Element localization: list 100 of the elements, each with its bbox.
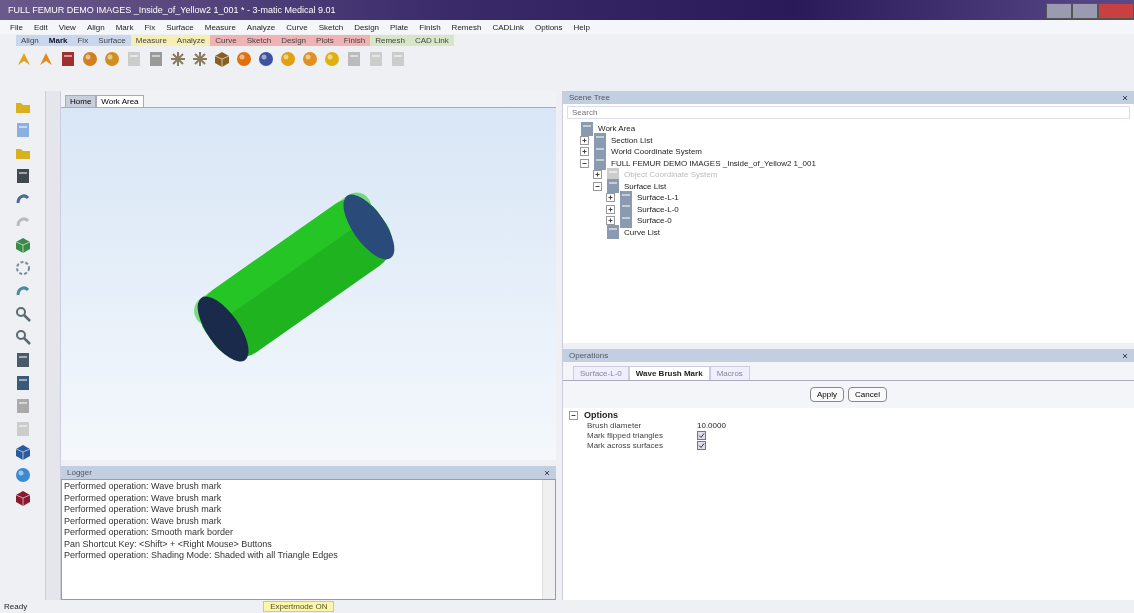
view-tab[interactable]: Home xyxy=(65,95,97,107)
option-label: Mark across surfaces xyxy=(587,440,665,450)
menu-item[interactable]: Options xyxy=(535,22,563,32)
cube-icon[interactable] xyxy=(14,237,31,253)
menu-item[interactable]: File xyxy=(10,22,23,32)
panel-title: Operations xyxy=(569,351,609,360)
ribbon-tab[interactable]: CAD Link xyxy=(410,35,454,46)
sphere-icon[interactable] xyxy=(14,467,31,483)
tree-item[interactable]: Surface-L-0 xyxy=(637,204,679,214)
search-field[interactable]: Search xyxy=(567,106,1130,119)
close-icon[interactable] xyxy=(1122,94,1128,101)
zoom-icon[interactable] xyxy=(14,329,31,345)
menu-item[interactable]: Measure xyxy=(204,22,236,32)
minimize-button[interactable] xyxy=(1046,3,1072,19)
arrow-icon[interactable] xyxy=(16,51,32,67)
option-label: Brush diameter xyxy=(587,420,643,430)
tree-node-icon[interactable] xyxy=(605,224,621,241)
ribbon-tab[interactable]: Fix xyxy=(72,35,94,46)
scrollbar[interactable] xyxy=(542,480,555,599)
tree-item[interactable]: FULL FEMUR DEMO IMAGES _Inside_of_Yellow2 1_001 xyxy=(611,158,816,168)
expander-icon[interactable] xyxy=(569,410,578,420)
menu-item[interactable]: Edit xyxy=(33,22,48,32)
arrow-icon[interactable] xyxy=(38,51,54,67)
option-value[interactable]: 10.0000 xyxy=(697,420,726,430)
log-line: Performed operation: Wave brush mark xyxy=(64,481,223,493)
ribbon-tab[interactable]: Finish xyxy=(338,35,371,46)
ribbon-tab[interactable]: Analyze xyxy=(171,35,211,46)
ribbon-tab[interactable]: Measure xyxy=(130,35,172,46)
operation-tab[interactable]: Wave Brush Mark xyxy=(628,366,710,380)
close-icon[interactable] xyxy=(544,469,550,476)
ribbon-tab[interactable]: Design xyxy=(276,35,312,46)
expander-icon[interactable] xyxy=(593,181,602,191)
sphere-icon[interactable] xyxy=(104,51,120,67)
menu-item[interactable]: Sketch xyxy=(318,22,344,32)
close-icon[interactable] xyxy=(1122,352,1128,359)
cube-icon[interactable] xyxy=(214,51,230,67)
ribbon-tab[interactable]: Curve xyxy=(210,35,242,46)
expander-icon[interactable] xyxy=(580,135,589,145)
ribbon-tab[interactable]: Align xyxy=(16,35,44,46)
menu-item[interactable]: Plate xyxy=(390,22,409,32)
panel-title: Logger xyxy=(67,468,92,477)
document-icon[interactable] xyxy=(14,122,31,138)
expander-icon[interactable] xyxy=(580,147,589,157)
tree-item[interactable]: Surface List xyxy=(624,181,667,191)
star-icon[interactable] xyxy=(170,51,186,67)
close-button[interactable] xyxy=(1098,3,1134,19)
menu-item[interactable]: Curve xyxy=(286,22,308,32)
tree-node-icon[interactable] xyxy=(579,120,595,137)
ball-icon[interactable] xyxy=(258,51,274,67)
menu-item[interactable]: CADLink xyxy=(492,22,524,32)
move-icon[interactable] xyxy=(14,260,31,276)
menu-item[interactable]: View xyxy=(58,22,76,32)
tree-item[interactable]: Section List xyxy=(611,135,653,145)
menu-item[interactable]: Fix xyxy=(144,22,156,32)
tree-item[interactable]: Surface-L-1 xyxy=(637,193,679,203)
option-label: Mark flipped triangles xyxy=(587,430,665,440)
checkbox[interactable] xyxy=(697,430,706,440)
checkbox[interactable] xyxy=(697,440,706,450)
ball-icon[interactable] xyxy=(236,51,252,67)
zoom-icon[interactable] xyxy=(14,306,31,322)
menu-item[interactable]: Remesh xyxy=(451,22,482,32)
tree-item[interactable]: Curve List xyxy=(624,227,660,237)
menu-item[interactable]: Surface xyxy=(166,22,194,32)
star-icon[interactable] xyxy=(192,51,208,67)
viewport[interactable] xyxy=(61,108,556,460)
tree-item[interactable]: World Coordinate System xyxy=(611,147,702,157)
log-line: Performed operation: Shading Mode: Shaded with all Triangle Edges xyxy=(64,550,339,562)
ribbon-tab[interactable]: Surface xyxy=(93,35,131,46)
menu-item[interactable]: Align xyxy=(86,22,105,32)
ribbon-tab[interactable]: Mark xyxy=(43,35,73,46)
menu-item[interactable]: Finish xyxy=(419,22,441,32)
expander-icon[interactable] xyxy=(606,204,615,214)
menu-item[interactable]: Help xyxy=(573,22,590,32)
page-icon[interactable] xyxy=(346,51,362,67)
log-line: Pan Shortcut Key: <Shift> + <Right Mouse> Buttons xyxy=(64,538,273,550)
tree-item[interactable]: Surface-0 xyxy=(637,216,672,226)
cube-icon[interactable] xyxy=(14,490,31,506)
tree-node-icon[interactable] xyxy=(605,178,621,195)
menu-item[interactable]: Design xyxy=(354,22,380,32)
action-button[interactable]: Cancel xyxy=(848,387,887,402)
menu-item[interactable]: Analyze xyxy=(246,22,276,32)
expander-icon[interactable] xyxy=(580,158,589,168)
menu-item[interactable]: Mark xyxy=(115,22,134,32)
log-line: Performed operation: Smooth mark border xyxy=(64,527,235,539)
maximize-button[interactable] xyxy=(1072,3,1098,19)
expander-icon[interactable] xyxy=(606,216,615,226)
tree-item[interactable]: Work Area xyxy=(598,124,636,134)
expander-icon[interactable] xyxy=(606,193,615,203)
action-button[interactable]: Apply xyxy=(810,387,845,402)
sphere-icon[interactable] xyxy=(82,51,98,67)
ribbon-tab[interactable]: Plots xyxy=(311,35,339,46)
ribbon-tab[interactable]: Sketch xyxy=(241,35,277,46)
save-icon[interactable] xyxy=(14,168,31,184)
ribbon-tab[interactable]: Remesh xyxy=(370,35,410,46)
panel-title: Scene Tree xyxy=(569,93,610,102)
log-line: Performed operation: Wave brush mark xyxy=(64,492,223,504)
cube-icon[interactable] xyxy=(14,444,31,460)
section-title: Options xyxy=(584,410,618,420)
view-tab[interactable]: Work Area xyxy=(96,95,144,107)
mode-indicator: Expertmode ON xyxy=(263,601,335,612)
